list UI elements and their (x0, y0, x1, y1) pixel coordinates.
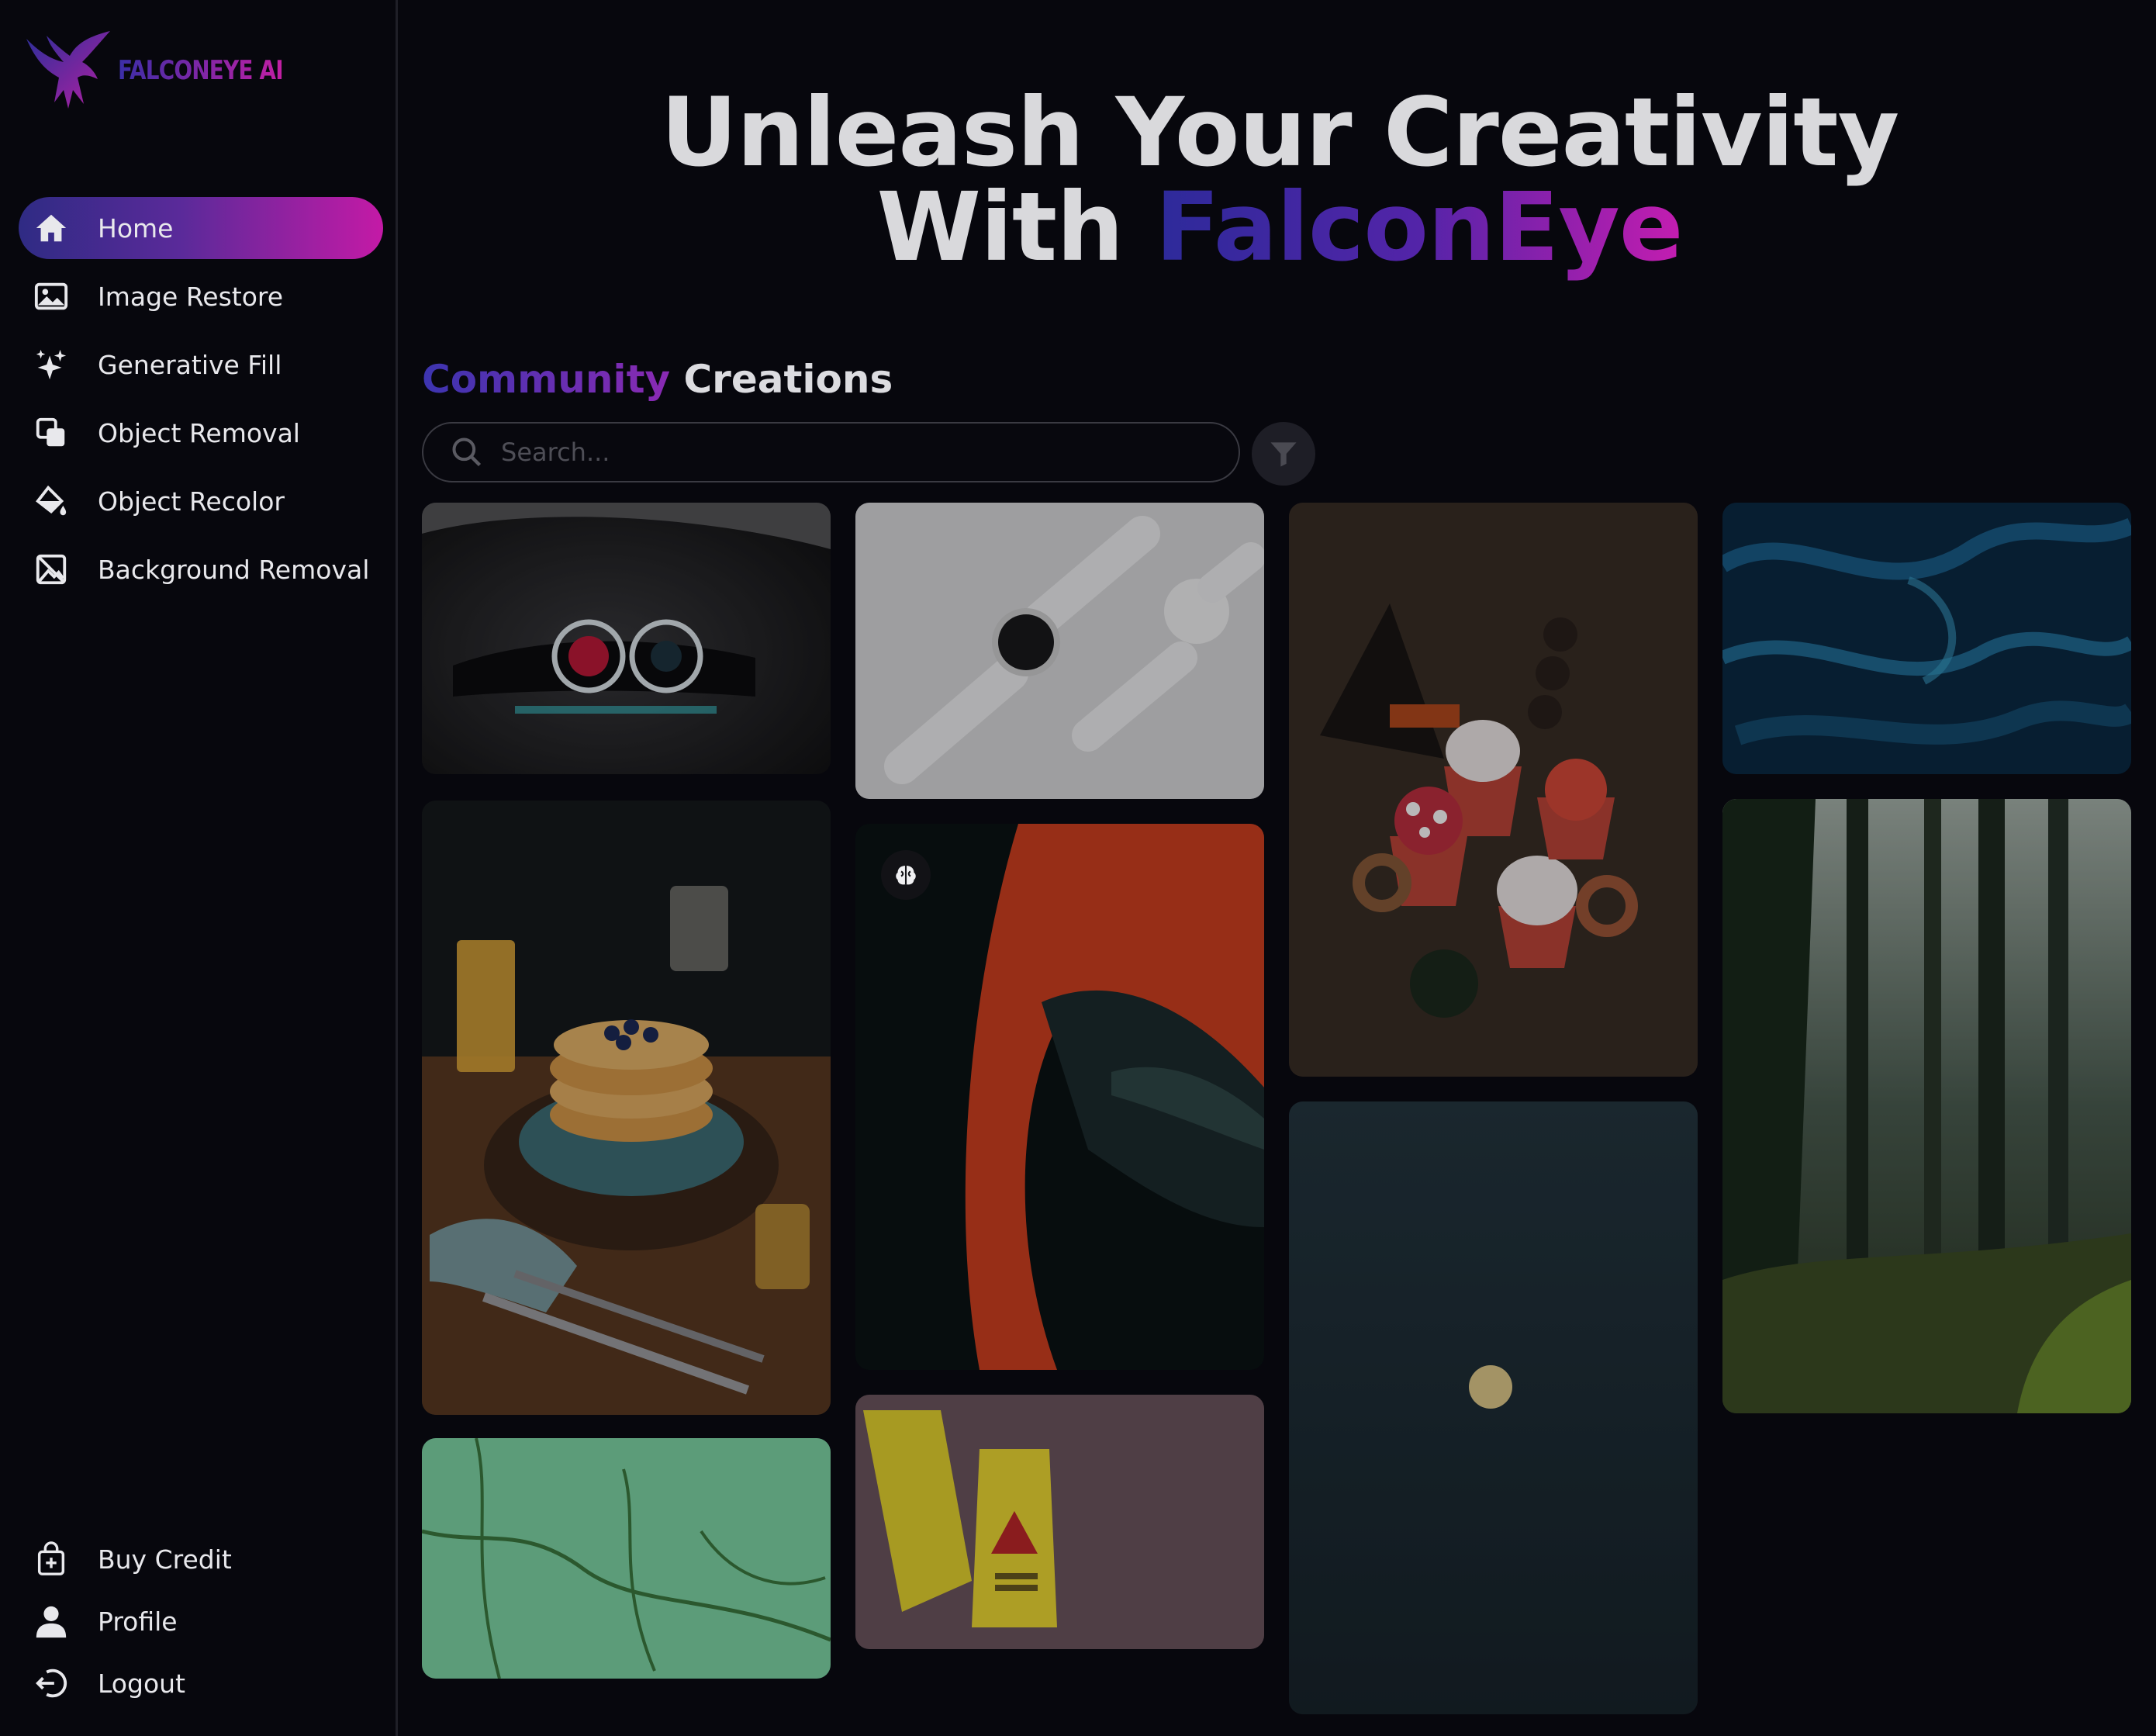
gallery-item-pancakes[interactable] (422, 801, 831, 1415)
section-title: Community Creations (422, 357, 893, 402)
sidebar-item-object-removal[interactable]: Object Removal (19, 402, 383, 464)
main-nav: Home Image Restore Generative Fill Objec… (19, 197, 383, 607)
brain-icon (896, 866, 916, 885)
sidebar-item-buy-credit[interactable]: Buy Credit (19, 1532, 383, 1586)
layers-icon (31, 413, 71, 453)
filter-icon (1270, 442, 1297, 467)
sidebar-item-label: Logout (98, 1668, 185, 1699)
section-title-accent: Community (422, 357, 671, 402)
car-headlights-image (422, 503, 831, 774)
sidebar-item-label: Image Restore (98, 281, 284, 312)
sidebar-item-profile[interactable]: Profile (19, 1594, 383, 1648)
image-icon (31, 276, 71, 316)
paint-bucket-icon (31, 481, 71, 521)
gallery-item-forest[interactable] (1722, 799, 2131, 1413)
logout-icon (31, 1663, 71, 1703)
gallery-item-smartwatches[interactable] (855, 503, 1264, 799)
green-wall-image (422, 1438, 831, 1679)
pancakes-image (422, 801, 831, 1415)
sidebar-item-home[interactable]: Home (19, 197, 383, 259)
image-off-icon (31, 549, 71, 590)
sidebar-item-logout[interactable]: Logout (19, 1656, 383, 1710)
gallery-item-halloween-treats[interactable] (1289, 503, 1698, 1077)
sidebar-item-object-recolor[interactable]: Object Recolor (19, 470, 383, 532)
hero-line-2-prefix: With (876, 172, 1156, 282)
forest-image (1722, 799, 2131, 1413)
logo-text: FALCONEYE AI (118, 55, 284, 86)
search-icon (452, 437, 482, 467)
sparkles-icon (31, 344, 71, 385)
home-icon (31, 208, 71, 248)
sidebar-item-label: Home (98, 213, 174, 244)
sidebar-item-image-restore[interactable]: Image Restore (19, 265, 383, 327)
sidebar-item-label: Generative Fill (98, 349, 282, 380)
red-car-image (855, 824, 1264, 1370)
caution-signs-image (855, 1395, 1264, 1649)
halloween-treats-image (1289, 503, 1698, 1077)
gallery-item-blue-abstract[interactable] (1722, 503, 2131, 774)
gallery-item-green-wall-vines[interactable] (422, 1438, 831, 1679)
sidebar-item-label: Object Removal (98, 417, 300, 448)
hero-line-1: Unleash Your Creativity (660, 78, 1899, 188)
shopping-bag-icon (31, 1539, 71, 1579)
gallery-item-caution-signs[interactable] (855, 1395, 1264, 1649)
sidebar-item-background-removal[interactable]: Background Removal (19, 538, 383, 600)
gallery-item-car-headlights[interactable] (422, 503, 831, 774)
user-icon (31, 1601, 71, 1641)
smartwatches-image (855, 503, 1264, 799)
sidebar-item-label: Profile (98, 1606, 178, 1637)
sidebar-item-generative-fill[interactable]: Generative Fill (19, 334, 383, 396)
filter-button[interactable] (1252, 422, 1315, 486)
falcon-logo-icon (26, 31, 110, 109)
ai-badge[interactable] (881, 850, 931, 900)
gallery-item-moon-night[interactable] (1289, 1101, 1698, 1714)
blue-abstract-image (1722, 503, 2131, 774)
sidebar-item-label: Background Removal (98, 554, 370, 585)
moon-night-image (1289, 1101, 1698, 1714)
hero-line-2: With FalconEye (403, 180, 2156, 275)
sidebar: FALCONEYE AI Home Image Restore Generati… (0, 0, 398, 1736)
hero-title: Unleash Your Creativity With FalconEye (403, 85, 2156, 275)
gallery-item-red-car-detail[interactable] (855, 824, 1264, 1370)
search-input[interactable] (499, 437, 1201, 468)
sidebar-item-label: Buy Credit (98, 1544, 232, 1575)
sidebar-item-label: Object Recolor (98, 486, 285, 517)
hero-brand: FalconEye (1155, 172, 1684, 282)
account-nav: Buy Credit Profile Logout (19, 1532, 383, 1718)
search-bar[interactable] (422, 422, 1240, 482)
section-title-rest: Creations (670, 357, 893, 402)
logo[interactable]: FALCONEYE AI (23, 28, 320, 113)
